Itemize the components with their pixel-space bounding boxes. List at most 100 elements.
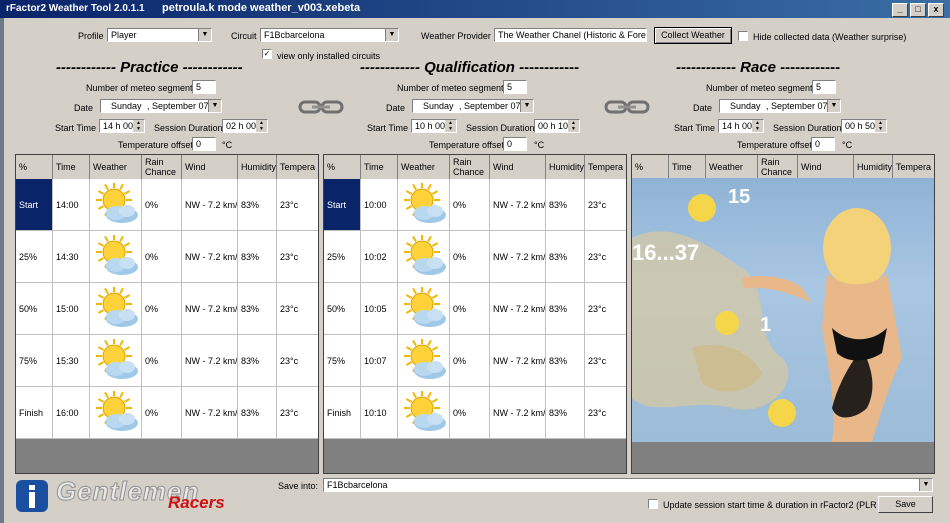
table-cell[interactable]: 83% — [546, 283, 585, 335]
table-row[interactable]: 75% 15:30 0% NW - 7.2 km/h 83% 23°c — [16, 335, 318, 387]
link-practice-qualification-icon[interactable] — [298, 96, 344, 118]
column-header[interactable]: Time — [361, 155, 398, 179]
column-header[interactable]: Time — [53, 155, 90, 179]
column-header[interactable]: Wind — [182, 155, 238, 179]
table-cell[interactable]: 83% — [546, 335, 585, 387]
table-cell[interactable]: NW - 7.2 km/h — [182, 387, 238, 439]
practice-offset-input[interactable]: 0 — [192, 137, 216, 151]
table-cell[interactable]: 23°c — [585, 231, 626, 283]
table-row[interactable]: Finish 16:00 0% NW - 7.2 km/h 83% 23°c — [16, 387, 318, 439]
table-cell[interactable]: Finish — [16, 387, 53, 439]
table-cell[interactable]: 14:00 — [53, 179, 90, 231]
table-cell[interactable]: 23°c — [585, 179, 626, 231]
table-cell[interactable]: NW - 7.2 km/h — [490, 231, 546, 283]
table-cell[interactable]: 25% — [16, 231, 53, 283]
column-header[interactable]: % — [632, 155, 669, 179]
table-cell[interactable]: 0% — [450, 179, 490, 231]
provider-select[interactable]: The Weather Chanel (Historic & Forec — [494, 28, 647, 42]
table-cell[interactable]: 0% — [142, 335, 182, 387]
qual-duration-spinner[interactable]: 00 h 10 ▲ ▼ — [534, 119, 580, 133]
table-cell[interactable]: 10:00 — [361, 179, 398, 231]
table-row[interactable]: 25% 10:02 0% NW - 7.2 km/h 83% 23°c — [324, 231, 626, 283]
view-installed-checkbox[interactable]: ✓ — [262, 49, 272, 59]
race-date-picker[interactable]: Sunday , September 07, 2 ▼ — [719, 99, 841, 113]
table-cell[interactable]: 23°c — [277, 231, 318, 283]
table-cell[interactable]: 83% — [546, 179, 585, 231]
column-header[interactable]: Weather — [398, 155, 450, 179]
table-row[interactable]: 25% 14:30 0% NW - 7.2 km/h 83% 23°c — [16, 231, 318, 283]
column-header[interactable]: Rain Chance — [142, 155, 182, 179]
table-cell[interactable]: 10:05 — [361, 283, 398, 335]
table-cell[interactable]: 10:10 — [361, 387, 398, 439]
table-cell[interactable]: 0% — [142, 231, 182, 283]
practice-start-spinner[interactable]: 14 h 00 ▲ ▼ — [99, 119, 145, 133]
column-header[interactable]: Wind — [490, 155, 546, 179]
collect-weather-button[interactable]: Collect Weather — [654, 27, 732, 44]
table-cell[interactable]: 15:30 — [53, 335, 90, 387]
column-header[interactable]: Wind — [798, 155, 854, 179]
table-cell[interactable]: 0% — [450, 283, 490, 335]
table-cell[interactable]: NW - 7.2 km/h — [182, 283, 238, 335]
hide-collected-checkbox[interactable] — [738, 31, 748, 41]
save-button[interactable]: Save — [878, 496, 933, 513]
update-session-checkbox[interactable] — [648, 499, 658, 509]
qual-offset-input[interactable]: 0 — [503, 137, 527, 151]
table-cell[interactable]: 83% — [238, 179, 277, 231]
practice-grid[interactable]: % Time Weather Rain Chance Wind Humidity Tempe… — [15, 154, 319, 474]
table-cell[interactable]: NW - 7.2 km/h — [182, 179, 238, 231]
column-header[interactable]: Weather — [90, 155, 142, 179]
table-cell[interactable]: 0% — [142, 179, 182, 231]
qual-date-picker[interactable]: Sunday , September 07, 2 ▼ — [412, 99, 534, 113]
table-cell[interactable] — [90, 179, 142, 231]
profile-select[interactable]: Player ▼ — [107, 28, 212, 42]
column-header[interactable]: % — [16, 155, 53, 179]
column-header[interactable]: Tempera — [585, 155, 626, 179]
circuit-select[interactable]: F1Bcbarcelona ▼ — [260, 28, 399, 42]
table-row[interactable]: Start 10:00 0% NW - 7.2 km/h 83% 23°c — [324, 179, 626, 231]
table-cell[interactable]: 23°c — [277, 179, 318, 231]
table-cell[interactable]: 0% — [450, 231, 490, 283]
race-offset-input[interactable]: 0 — [811, 137, 835, 151]
table-cell[interactable]: NW - 7.2 km/h — [490, 387, 546, 439]
table-cell[interactable]: 50% — [324, 283, 361, 335]
table-cell[interactable]: 10:02 — [361, 231, 398, 283]
practice-date-picker[interactable]: Sunday , September 07, 2 ▼ — [100, 99, 222, 113]
table-cell[interactable] — [90, 387, 142, 439]
qual-start-spinner[interactable]: 10 h 00 ▲ ▼ — [411, 119, 457, 133]
table-cell[interactable] — [398, 387, 450, 439]
table-cell[interactable]: 0% — [450, 335, 490, 387]
table-cell[interactable]: 0% — [142, 387, 182, 439]
minimize-button[interactable]: _ — [892, 3, 908, 17]
table-cell[interactable]: 23°c — [585, 335, 626, 387]
column-header[interactable]: Humidity — [238, 155, 277, 179]
table-row[interactable]: 50% 10:05 0% NW - 7.2 km/h 83% 23°c — [324, 283, 626, 335]
table-cell[interactable]: 75% — [324, 335, 361, 387]
column-header[interactable]: Tempera — [277, 155, 318, 179]
table-cell[interactable]: NW - 7.2 km/h — [490, 335, 546, 387]
table-row[interactable]: 50% 15:00 0% NW - 7.2 km/h 83% 23°c — [16, 283, 318, 335]
table-cell[interactable]: 23°c — [277, 283, 318, 335]
table-cell[interactable]: 0% — [142, 283, 182, 335]
race-start-spinner[interactable]: 14 h 00 ▲ ▼ — [718, 119, 764, 133]
table-cell[interactable]: 83% — [546, 387, 585, 439]
table-cell[interactable] — [90, 231, 142, 283]
table-cell[interactable]: NW - 7.2 km/h — [490, 283, 546, 335]
column-header[interactable]: Time — [669, 155, 706, 179]
maximize-button[interactable]: □ — [910, 3, 926, 17]
table-cell[interactable] — [398, 283, 450, 335]
column-header[interactable]: Weather — [706, 155, 758, 179]
table-cell[interactable]: 83% — [546, 231, 585, 283]
practice-duration-spinner[interactable]: 02 h 00 ▲ ▼ — [222, 119, 268, 133]
table-cell[interactable] — [398, 335, 450, 387]
column-header[interactable]: % — [324, 155, 361, 179]
table-cell[interactable]: 10:07 — [361, 335, 398, 387]
race-duration-spinner[interactable]: 00 h 50 ▲ ▼ — [841, 119, 887, 133]
column-header[interactable]: Tempera — [893, 155, 934, 179]
table-cell[interactable] — [398, 231, 450, 283]
table-cell[interactable]: Start — [324, 179, 361, 231]
practice-segments-input[interactable]: 5 — [192, 80, 216, 94]
table-cell[interactable]: 75% — [16, 335, 53, 387]
table-cell[interactable] — [90, 283, 142, 335]
table-cell[interactable]: 83% — [238, 283, 277, 335]
save-into-select[interactable]: F1Bcbarcelona ▼ — [323, 478, 933, 492]
